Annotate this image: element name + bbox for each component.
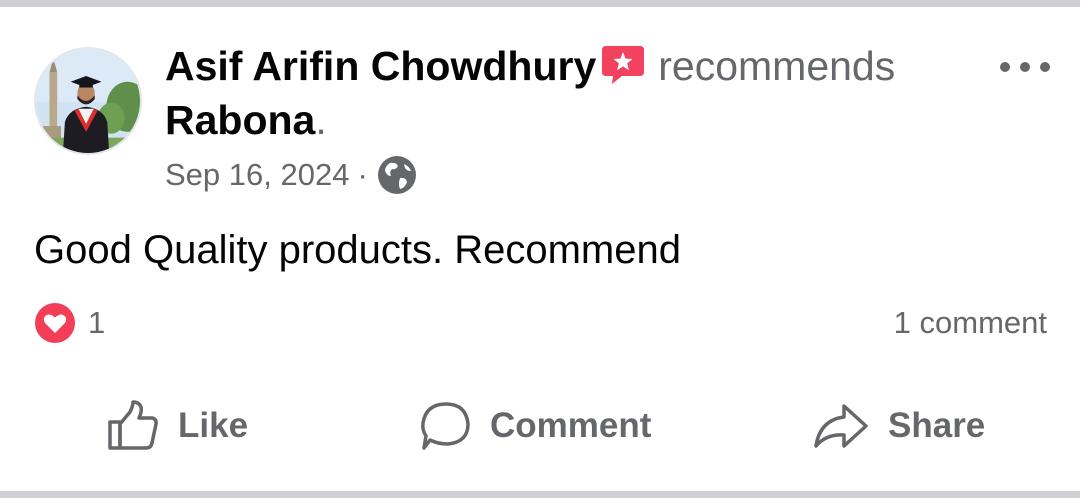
recommend-action-text: recommends [658, 43, 896, 89]
reaction-summary[interactable]: 1 [34, 303, 105, 343]
meta-separator: · [357, 157, 368, 192]
post-date[interactable]: Sep 16, 2024 [165, 157, 349, 193]
like-icon [108, 400, 158, 450]
globe-icon [377, 156, 416, 194]
comment-icon [421, 402, 470, 450]
avatar-photo [36, 49, 140, 153]
love-reaction-icon [35, 303, 75, 343]
post-meta: Sep 16, 2024 · [165, 155, 418, 195]
share-label: Share [888, 406, 986, 445]
author-name[interactable]: Asif Arifin Chowdhury [165, 43, 596, 89]
share-icon [814, 404, 868, 448]
recommended-page-line: Rabona. [165, 96, 327, 144]
recommended-page-name[interactable]: Rabona [165, 97, 315, 143]
like-button[interactable]: Like [106, 393, 248, 459]
top-divider [0, 0, 1080, 7]
more-options-icon[interactable] [996, 54, 1054, 80]
comment-button[interactable]: Comment [418, 393, 651, 459]
post-header: Asif Arifin Chowdhury recommends [165, 40, 995, 90]
avatar[interactable] [34, 47, 142, 155]
recommendation-icon [600, 40, 646, 86]
page-name-period: . [315, 97, 327, 143]
comment-label: Comment [490, 406, 652, 445]
share-button[interactable]: Share [812, 393, 985, 459]
like-label: Like [178, 406, 249, 445]
post-text: Good Quality products. Recommend [34, 228, 681, 272]
reaction-count: 1 [88, 305, 106, 340]
comment-count[interactable]: 1 comment [894, 303, 1047, 343]
bottom-divider [0, 491, 1080, 498]
